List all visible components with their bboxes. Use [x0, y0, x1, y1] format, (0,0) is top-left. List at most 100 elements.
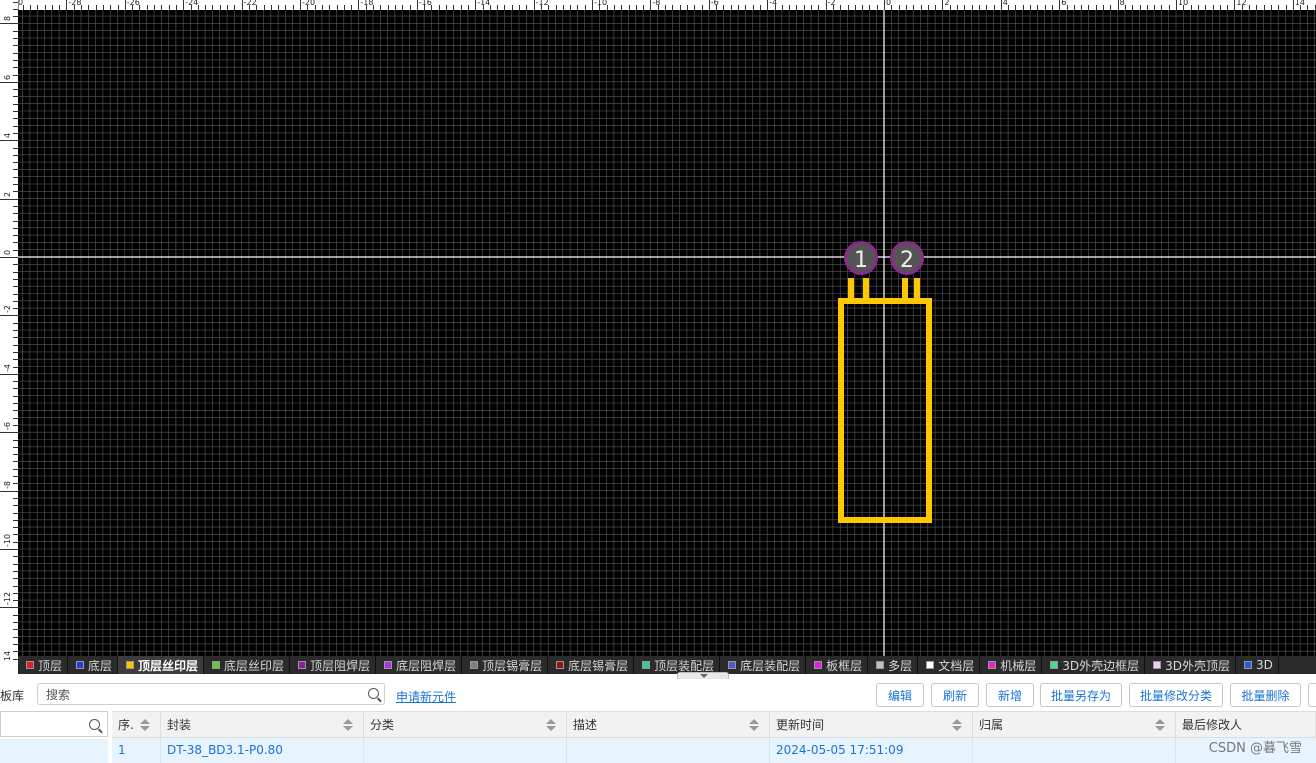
layer-tab[interactable]: 3D外壳边框层 [1042, 656, 1146, 674]
ruler-tick-major [183, 0, 185, 10]
sort-icon[interactable] [140, 719, 150, 731]
pad-1-label: 1 [854, 248, 868, 273]
layer-tab[interactable]: 顶层锡膏层 [462, 656, 549, 674]
category-filter-box[interactable] [0, 711, 108, 737]
layer-tab[interactable]: 3D外壳顶层 [1145, 656, 1236, 674]
column-header-label: 序. [118, 718, 134, 732]
ruler-label: -12 [3, 592, 12, 606]
search-input[interactable] [38, 685, 364, 705]
layer-tab[interactable]: 文档层 [918, 656, 981, 674]
layer-tab[interactable]: 底层 [68, 656, 119, 674]
layer-color-swatch [1244, 661, 1252, 669]
ruler-tick-major [650, 0, 652, 10]
column-header-updated-time[interactable]: 更新时间 [770, 712, 973, 738]
search-box[interactable] [37, 683, 385, 705]
batch-modify-category-button[interactable]: 批量修改分类 [1129, 683, 1223, 707]
ruler-tick-major [416, 0, 418, 10]
column-header-owner[interactable]: 归属 [973, 712, 1176, 738]
ruler-tick-major [0, 140, 18, 142]
batch-delete-button[interactable]: 批量删除 [1230, 683, 1301, 707]
ruler-label: -22 [243, 0, 257, 7]
ruler-tick [13, 1, 18, 3]
layer-color-swatch [728, 661, 737, 669]
layer-tab-label: 顶层锡膏层 [482, 658, 543, 673]
column-header-label: 归属 [979, 718, 1004, 732]
silkscreen-outline[interactable] [838, 278, 932, 523]
ruler-tick-major [0, 257, 18, 258]
layer-tab[interactable]: 机械层 [980, 656, 1043, 674]
cell-description [567, 738, 770, 763]
column-header-last-modifier[interactable]: 最后修改人 [1176, 712, 1316, 738]
pad-2[interactable]: 2 [890, 241, 924, 275]
layer-tab[interactable]: 底层丝印层 [204, 656, 291, 674]
ruler-label: -12 [535, 0, 549, 7]
layer-color-swatch [556, 661, 565, 669]
ruler-tick-major [825, 0, 827, 10]
ruler-tick-major [592, 0, 593, 10]
layer-color-swatch [642, 661, 651, 669]
layer-tab[interactable]: 底层锡膏层 [548, 656, 635, 674]
sort-icon[interactable] [749, 719, 759, 731]
refresh-button[interactable]: 刷新 [931, 683, 979, 707]
layer-color-swatch [1050, 661, 1059, 669]
layer-tab-label: 底层丝印层 [224, 658, 285, 673]
layer-tab[interactable]: 顶层丝印层 [118, 656, 205, 674]
more-button[interactable] [1308, 683, 1316, 707]
cell-category [364, 738, 567, 763]
table-header: 序. 封装 分类 描述 更新时间 归属 最后修改人 [112, 711, 1316, 738]
layer-tab[interactable]: 顶层 [18, 656, 69, 674]
apply-new-component-link[interactable]: 申请新元件 [396, 688, 456, 705]
search-icon[interactable] [368, 688, 379, 699]
ruler-tick-major [300, 0, 301, 10]
ruler-tick-major [942, 0, 944, 10]
layer-tab[interactable]: 多层 [868, 656, 919, 674]
ruler-label: 6 [3, 74, 12, 80]
ruler-label: 14 [1294, 0, 1305, 7]
ruler-label: -4 [769, 0, 778, 7]
layer-tab-label: 底层 [88, 658, 113, 673]
ruler-tick-major [0, 490, 18, 492]
ruler-label: -14 [3, 650, 12, 660]
layer-color-swatch [26, 661, 34, 669]
sort-icon[interactable] [343, 719, 353, 731]
search-icon[interactable] [89, 719, 100, 730]
ruler-tick-major [241, 0, 243, 10]
column-header-footprint[interactable]: 封装 [161, 712, 364, 738]
ruler-label: -14 [477, 0, 491, 7]
ruler-label: 10 [1178, 0, 1189, 7]
ruler-tick-major [1176, 0, 1177, 10]
layer-tab[interactable]: 底层阻焊层 [376, 656, 463, 674]
layer-tab[interactable]: 板框层 [806, 656, 869, 674]
layer-tab-label: 3D外壳顶层 [1165, 658, 1230, 673]
ruler-label: -26 [126, 0, 140, 7]
category-selected-row[interactable] [0, 739, 108, 763]
canvas-drawing[interactable]: 1 2 [18, 10, 1316, 656]
ruler-tick-major [884, 0, 885, 10]
layer-tab[interactable]: 底层装配层 [720, 656, 807, 674]
column-header-index[interactable]: 序. [112, 712, 161, 738]
pcb-canvas[interactable]: 1 2 [18, 10, 1316, 656]
ruler-label: 4 [3, 133, 12, 139]
sort-icon[interactable] [1155, 719, 1165, 731]
add-button[interactable]: 新增 [986, 683, 1034, 707]
layer-color-swatch [470, 661, 479, 669]
batch-save-as-button[interactable]: 批量另存为 [1040, 683, 1122, 707]
ruler-tick-major [0, 607, 18, 609]
panel-collapse-handle[interactable] [677, 672, 729, 679]
column-header-description[interactable]: 描述 [567, 712, 770, 738]
layer-tab[interactable]: 顶层阻焊层 [290, 656, 377, 674]
layer-tab[interactable]: 3D [1236, 656, 1279, 674]
ruler-label: -20 [302, 0, 316, 7]
layer-tabs-bar: 顶层 底层 顶层丝印层 底层丝印层 顶层阻焊层 底层阻焊层 顶层锡膏层 底层锡膏层 顶层装配层 底… [18, 656, 1316, 674]
ruler-tick-major [358, 0, 360, 10]
table-row[interactable]: 1 DT-38_BD3.1-P0.80 2024-05-05 17:51:09 [112, 738, 1316, 763]
ruler-tick-major [0, 81, 18, 83]
pad-1[interactable]: 1 [844, 241, 878, 275]
edit-button[interactable]: 编辑 [876, 683, 924, 707]
column-header-category[interactable]: 分类 [364, 712, 567, 738]
ruler-label: -6 [710, 0, 719, 7]
sort-icon[interactable] [952, 719, 962, 731]
sort-icon[interactable] [546, 719, 556, 731]
cell-footprint: DT-38_BD3.1-P0.80 [161, 738, 364, 763]
ruler-left: 8 6 4 2 0 -2 -4 -6 -8 -10 -12 -14 [0, 0, 19, 660]
